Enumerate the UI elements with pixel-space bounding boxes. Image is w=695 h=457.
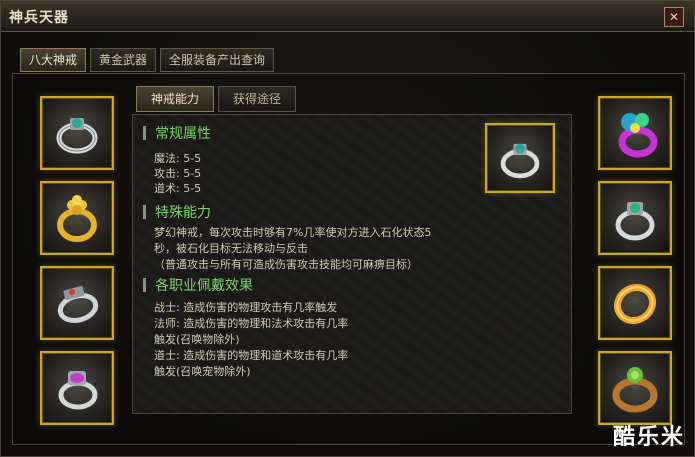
ring-slot-right-2[interactable]: [598, 181, 672, 255]
silver-ring-red-gem-icon: [57, 286, 99, 323]
selected-ring-preview-icon: [500, 143, 540, 179]
class-effect-line: 触发(召唤物除外): [154, 333, 240, 346]
stat-line: 道术: 5-5: [154, 182, 202, 195]
class-effect-line: 战士: 造成伤害的物理攻击有几率触发: [154, 301, 338, 314]
section-basic-title: 常规属性: [155, 126, 211, 142]
class-effect-line: 道士: 造成伤害的物理和道术攻击有几率: [154, 349, 349, 362]
section-marker: [143, 126, 146, 140]
section-marker: [143, 205, 146, 219]
title-bar[interactable]: 神兵天器 ✕: [1, 1, 694, 32]
ability-line: （普通攻击与所有可造成伤害攻击技能均可麻痹目标）: [154, 258, 418, 271]
gold-ring-icon: [57, 195, 97, 242]
ring-slot-left-1[interactable]: [40, 96, 114, 170]
gold-band-ring-icon: [613, 283, 657, 325]
silver-ring-teal-gem-icon: [56, 118, 98, 154]
stat-line: 攻击: 5-5: [154, 167, 202, 180]
close-button[interactable]: ✕: [664, 7, 684, 27]
class-effect-line: 法师: 造成伤害的物理和法术攻击有几率: [154, 317, 349, 330]
ring-slot-right-1[interactable]: [598, 96, 672, 170]
purple-ring-icon: [618, 113, 658, 158]
selected-ring-preview: [485, 123, 555, 193]
ability-line: 梦幻神戒，每次攻击时够有7%几率使对方进入石化状态5: [154, 226, 432, 239]
ring-slot-right-4[interactable]: [598, 351, 672, 425]
ring-slot-left-4[interactable]: [40, 351, 114, 425]
tab-server-equipment-query[interactable]: 全服装备产出查询: [160, 48, 275, 72]
ring-slot-right-3[interactable]: [598, 266, 672, 340]
ring-slot-left-3[interactable]: [40, 266, 114, 340]
section-class-title: 各职业佩戴效果: [155, 278, 253, 294]
sub-tab-bar: 神戒能力 获得途径: [136, 86, 297, 112]
tab-eight-rings[interactable]: 八大神戒: [20, 48, 87, 72]
tab-golden-weapons[interactable]: 黄金武器: [90, 48, 157, 72]
section-basic-header: 常规属性: [143, 124, 211, 142]
top-tab-bar: 八大神戒 黄金武器 全服装备产出查询: [20, 48, 275, 72]
close-icon: ✕: [668, 10, 680, 24]
bronze-ring-green-gem-icon: [612, 367, 658, 413]
watermark: 酷乐米: [612, 425, 685, 450]
ring-slot-left-2[interactable]: [40, 181, 114, 255]
silver-ring-green-gem-icon: [615, 202, 655, 241]
ability-line: 秒，被石化目标无法移动与反击: [154, 242, 308, 255]
tab-obtain-method[interactable]: 获得途径: [218, 86, 297, 112]
section-marker: [143, 278, 146, 292]
section-class-header: 各职业佩戴效果: [143, 276, 253, 294]
class-effect-line: 触发(召唤宠物除外): [154, 365, 251, 378]
tab-ring-ability[interactable]: 神戒能力: [136, 86, 215, 112]
silver-ring-purple-gem-icon: [58, 371, 98, 410]
window-title: 神兵天器: [9, 10, 69, 26]
section-special-header: 特殊能力: [143, 203, 211, 221]
stat-line: 魔法: 5-5: [154, 152, 202, 165]
section-special-title: 特殊能力: [155, 205, 211, 221]
